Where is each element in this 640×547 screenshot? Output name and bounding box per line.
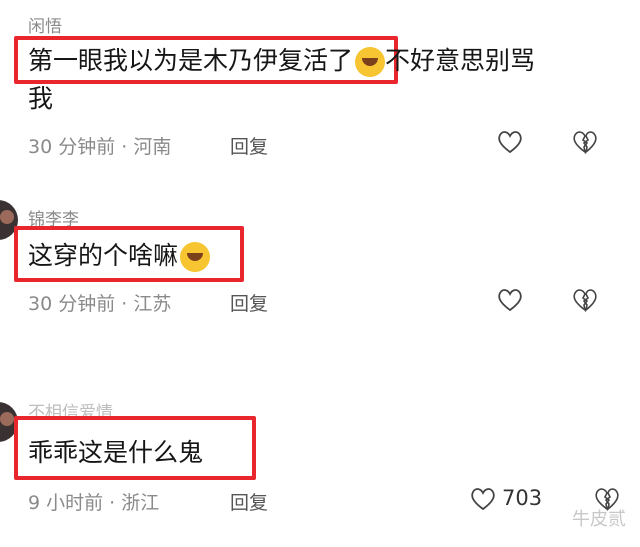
comment-text: 第一眼我以为是木乃伊复活了 不好意思别骂 xyxy=(28,42,535,80)
reply-button[interactable]: 回复 xyxy=(230,488,268,515)
watermark: 牛皮贰 xyxy=(572,509,626,530)
rolling-on-floor-laughing-icon xyxy=(355,47,386,77)
comment-text: 乖乖这是什么鬼 xyxy=(28,438,204,467)
comment-meta: 30 分钟前 · 江苏 xyxy=(28,293,172,315)
like-count: 703 xyxy=(502,486,543,510)
reply-button[interactable]: 回复 xyxy=(230,132,268,159)
reply-button[interactable]: 回复 xyxy=(230,289,268,316)
username[interactable]: 闲悟 xyxy=(28,12,62,37)
comment-text-rest: 不好意思别骂 xyxy=(385,46,536,75)
covering-face-icon xyxy=(180,242,211,272)
comment-text-highlight: 第一眼我以为是木乃伊复活了 xyxy=(28,46,354,75)
comment-text-line2: 我 xyxy=(28,84,54,113)
heart-icon[interactable] xyxy=(470,487,496,511)
broken-heart-icon[interactable] xyxy=(572,288,598,312)
comment-meta: 30 分钟前 · 河南 xyxy=(28,136,172,158)
comment-text: 这穿的个啥嘛 xyxy=(28,237,211,275)
comment-text-body: 这穿的个啥嘛 xyxy=(28,241,179,270)
comment-meta: 9 小时前 · 浙江 xyxy=(28,492,160,514)
broken-heart-icon[interactable] xyxy=(572,130,598,154)
heart-icon[interactable] xyxy=(497,130,523,154)
heart-icon[interactable] xyxy=(497,288,523,312)
